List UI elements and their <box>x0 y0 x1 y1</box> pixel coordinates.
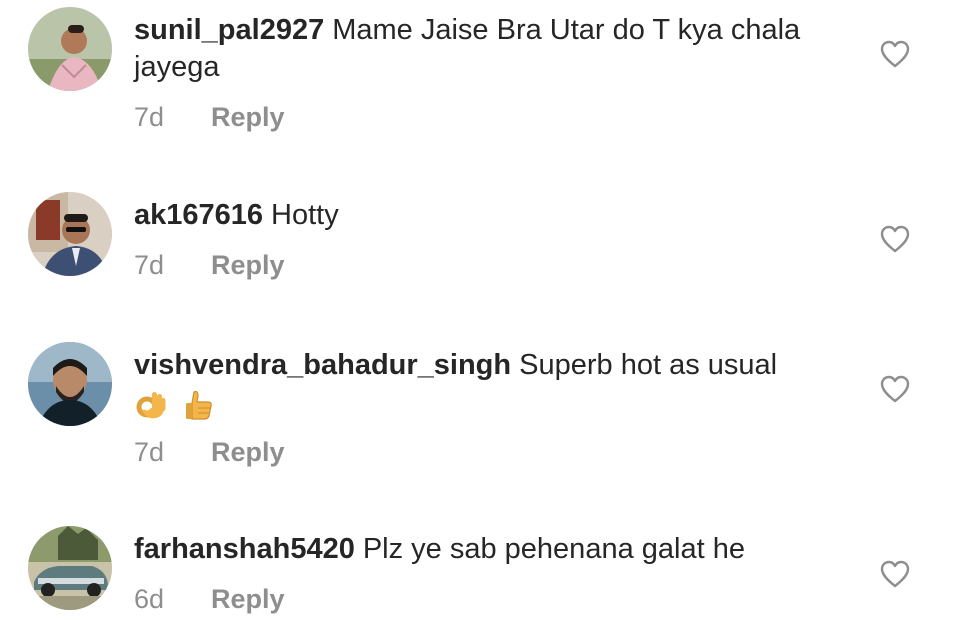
comment-meta: 6d Reply <box>134 584 285 615</box>
comment-body: Plz ye sab pehenana galat he <box>362 533 745 565</box>
heart-icon[interactable] <box>880 560 910 588</box>
username-link[interactable]: sunil_pal2927 <box>134 14 324 46</box>
comment-text: farhanshah5420 Plz ye sab pehenana galat … <box>134 531 834 568</box>
timestamp: 7d <box>134 102 165 132</box>
username-link[interactable]: farhanshah5420 <box>134 533 355 565</box>
reply-button[interactable]: Reply <box>211 102 285 133</box>
comment-item: vishvendra_bahadur_singh Superb hot as us… <box>0 310 960 500</box>
reply-button[interactable]: Reply <box>211 250 285 281</box>
ok-hand-emoji <box>134 388 168 422</box>
avatar[interactable] <box>28 192 112 276</box>
avatar[interactable] <box>28 342 112 426</box>
username-link[interactable]: ak167616 <box>134 199 263 231</box>
comment-text: sunil_pal2927 Mame Jaise Bra Utar do T ky… <box>134 12 834 86</box>
heart-icon[interactable] <box>880 40 910 68</box>
comment-meta: 7d Reply <box>134 250 285 281</box>
comment-item: ak167616 Hotty 7d Reply <box>0 150 960 310</box>
reply-button[interactable]: Reply <box>211 437 285 468</box>
comment-text: vishvendra_bahadur_singh Superb hot as us… <box>134 347 834 384</box>
comment-body: Hotty <box>271 199 339 231</box>
timestamp: 7d <box>134 437 165 467</box>
thumbs-up-emoji <box>182 388 216 422</box>
comment-item: sunil_pal2927 Mame Jaise Bra Utar do T ky… <box>0 0 960 150</box>
comment-item: farhanshah5420 Plz ye sab pehenana galat … <box>0 500 960 627</box>
emoji-row <box>134 388 834 422</box>
comment-body: Superb hot as usual <box>519 349 778 381</box>
heart-icon[interactable] <box>880 375 910 403</box>
username-link[interactable]: vishvendra_bahadur_singh <box>134 349 511 381</box>
comment-text: ak167616 Hotty <box>134 197 834 234</box>
reply-button[interactable]: Reply <box>211 584 285 615</box>
timestamp: 6d <box>134 584 165 614</box>
timestamp: 7d <box>134 250 165 280</box>
comment-meta: 7d Reply <box>134 102 285 133</box>
comment-meta: 7d Reply <box>134 437 285 468</box>
avatar[interactable] <box>28 7 112 91</box>
avatar[interactable] <box>28 526 112 610</box>
heart-icon[interactable] <box>880 225 910 253</box>
